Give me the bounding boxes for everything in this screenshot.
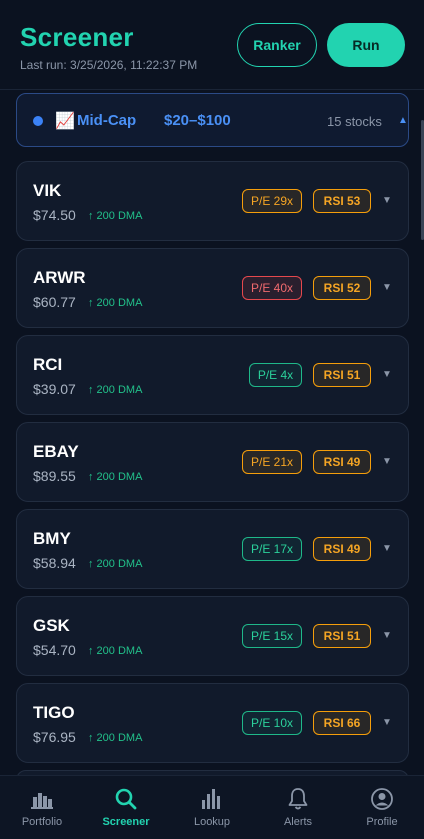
nav-screener[interactable]: Screener [84,776,168,839]
pe-badge: P/E 21x [242,450,302,474]
stock-card[interactable]: BMY $58.94 ↑ 200 DMA P/E 17x RSI 49 ▼ [16,509,409,589]
bottom-nav: Portfolio Screener Lookup Alerts Profile [0,775,424,839]
chevron-down-icon[interactable]: ▼ [382,195,392,206]
nav-portfolio[interactable]: Portfolio [0,776,84,839]
chevron-down-icon[interactable]: ▼ [382,543,392,554]
dma-indicator: ↑ 200 DMA [88,384,143,396]
search-icon [113,786,139,812]
stock-card[interactable]: ARWR $60.77 ↑ 200 DMA P/E 40x RSI 52 ▼ [16,248,409,328]
dma-indicator: ↑ 200 DMA [88,732,143,744]
pe-badge: P/E 4x [249,363,302,387]
stock-ticker: VIK [33,181,62,200]
nav-label: Portfolio [21,816,63,828]
chevron-down-icon[interactable]: ▼ [382,717,392,728]
stock-card[interactable]: EBAY $89.55 ↑ 200 DMA P/E 21x RSI 49 ▼ [16,422,409,502]
chevron-down-icon[interactable]: ▼ [382,456,392,467]
nav-alerts[interactable]: Alerts [256,776,340,839]
nav-label: Lookup [193,816,231,828]
run-button[interactable]: Run [327,23,405,67]
nav-label: Alerts [283,816,313,828]
dma-indicator: ↑ 200 DMA [88,210,143,222]
pe-badge: P/E 17x [242,537,302,561]
last-run-timestamp: Last run: 3/25/2026, 11:22:37 PM [20,58,198,72]
stock-price: $54.70 [33,642,76,658]
stock-card[interactable]: RCI $39.07 ↑ 200 DMA P/E 4x RSI 51 ▼ [16,335,409,415]
stock-ticker: BMY [33,529,71,548]
rsi-badge: RSI 52 [313,276,371,300]
nav-profile[interactable]: Profile [340,776,424,839]
stock-price: $89.55 [33,468,76,484]
stock-ticker: TIGO [33,703,75,722]
stock-price: $39.07 [33,381,76,397]
stock-ticker: GSK [33,616,70,635]
dma-indicator: ↑ 200 DMA [88,645,143,657]
stock-price: $76.95 [33,729,76,745]
stock-ticker: EBAY [33,442,79,461]
dma-indicator: ↑ 200 DMA [88,297,143,309]
bell-icon [285,786,311,812]
rsi-badge: RSI 49 [313,450,371,474]
group-range: $20–$100 [164,112,231,129]
columns-chart-icon [199,786,225,812]
stock-card[interactable]: TIGO $76.95 ↑ 200 DMA P/E 10x RSI 66 ▼ [16,683,409,763]
stock-ticker: RCI [33,355,63,374]
nav-lookup[interactable]: Lookup [170,776,254,839]
app-header: Screener Last run: 3/25/2026, 11:22:37 P… [0,0,424,90]
chart-increasing-icon: 📈 [55,113,75,130]
nav-label: Screener [102,816,150,828]
stock-card[interactable]: VIK $74.50 ↑ 200 DMA P/E 29x RSI 53 ▼ [16,161,409,241]
rsi-badge: RSI 51 [313,624,371,648]
pe-badge: P/E 10x [242,711,302,735]
stock-price: $60.77 [33,294,76,310]
pe-badge: P/E 40x [242,276,302,300]
stock-card[interactable]: GSK $54.70 ↑ 200 DMA P/E 15x RSI 51 ▼ [16,596,409,676]
stock-price: $58.94 [33,555,76,571]
rsi-badge: RSI 66 [313,711,371,735]
chevron-down-icon[interactable]: ▼ [382,369,392,380]
stock-price: $74.50 [33,207,76,223]
rsi-badge: RSI 53 [313,189,371,213]
chevron-down-icon[interactable]: ▼ [382,630,392,641]
ranker-button[interactable]: Ranker [237,23,317,67]
pe-badge: P/E 15x [242,624,302,648]
bar-chart-icon [29,786,55,812]
nav-label: Profile [366,816,398,828]
stock-ticker: ARWR [33,268,86,287]
chevron-down-icon[interactable]: ▼ [382,282,392,293]
rsi-badge: RSI 49 [313,537,371,561]
group-label: Mid-Cap [77,112,137,129]
rsi-badge: RSI 51 [313,363,371,387]
header-divider [0,89,424,90]
group-header-mid-cap[interactable]: 📈 Mid-Cap $20–$100 15 stocks ▲ [16,93,409,147]
group-dot [33,116,43,126]
pe-badge: P/E 29x [242,189,302,213]
page-title: Screener [20,22,134,52]
group-count: 15 stocks [327,114,382,129]
user-circle-icon [369,786,395,812]
dma-indicator: ↑ 200 DMA [88,471,143,483]
dma-indicator: ↑ 200 DMA [88,558,143,570]
chevron-up-icon[interactable]: ▲ [398,115,408,126]
